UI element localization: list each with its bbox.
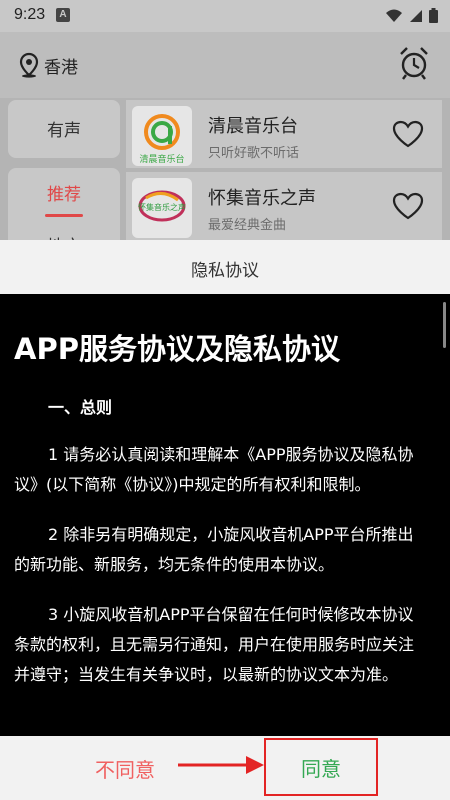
wifi-icon bbox=[386, 9, 402, 22]
agreement-title: APP服务协议及隐私协议 bbox=[14, 332, 340, 366]
tab-youshen[interactable]: 有声 bbox=[8, 100, 120, 158]
station-subtitle: 只听好歌不听话 bbox=[208, 146, 300, 161]
privacy-dialog-header: 隐私协议 bbox=[0, 240, 450, 294]
signal-icon bbox=[410, 9, 422, 22]
location-text: 香港 bbox=[44, 57, 78, 78]
arrow-annotation-icon bbox=[178, 756, 264, 774]
app-notification-icon: A bbox=[56, 8, 70, 22]
section-heading: 一、总则 bbox=[48, 398, 113, 417]
status-time: 9:23 bbox=[14, 6, 46, 23]
tab-label: 推荐 bbox=[47, 185, 81, 205]
agree-button[interactable]: 同意 bbox=[264, 738, 378, 796]
status-bar: 9:23 A bbox=[0, 0, 450, 32]
station-logo-text: 怀集音乐之声 bbox=[138, 203, 186, 212]
station-item[interactable]: 怀集音乐之声 怀集音乐之声 最爱经典金曲 bbox=[126, 172, 442, 240]
app-header: 香港 bbox=[0, 32, 450, 98]
scrollbar[interactable] bbox=[443, 302, 446, 348]
tab-recommend[interactable]: 推荐 地方 bbox=[8, 168, 120, 248]
station-item[interactable]: 清晨音乐台 清晨音乐台 只听好歌不听话 bbox=[126, 100, 442, 168]
station-logo: 怀集音乐之声 bbox=[132, 178, 192, 238]
dialog-title: 隐私协议 bbox=[191, 261, 259, 281]
tab-active-indicator bbox=[45, 214, 83, 217]
dialog-footer: 不同意 同意 bbox=[0, 736, 450, 800]
station-name: 怀集音乐之声 bbox=[208, 188, 316, 209]
status-icons bbox=[385, 8, 438, 23]
station-logo-text: 清晨音乐台 bbox=[139, 155, 185, 165]
battery-icon bbox=[429, 8, 438, 23]
tab-label: 有声 bbox=[47, 121, 81, 141]
station-subtitle: 最爱经典金曲 bbox=[208, 218, 287, 233]
agreement-content[interactable]: APP服务协议及隐私协议 一、总则 1 请务必认真阅读和理解本《APP服务协议及… bbox=[0, 294, 450, 736]
alarm-clock-icon[interactable] bbox=[398, 46, 430, 80]
station-name: 清晨音乐台 bbox=[208, 116, 298, 137]
agreement-paragraph: 1 请务必认真阅读和理解本《APP服务协议及隐私协议》(以下简称《协议》)中规定… bbox=[14, 445, 414, 494]
heart-icon[interactable] bbox=[392, 120, 424, 148]
location-pin-icon bbox=[19, 52, 39, 78]
station-browser: 有声 推荐 地方 清晨音乐台 清晨音乐台 只听好歌不听话 怀集音乐之声 bbox=[0, 98, 450, 248]
agreement-paragraph: 3 小旋风收音机APP平台保留在任何时候修改本协议条款的权利，且无需另行通知，用… bbox=[14, 605, 415, 684]
station-logo: 清晨音乐台 bbox=[132, 106, 192, 166]
heart-icon[interactable] bbox=[392, 192, 424, 220]
agreement-paragraph: 2 除非另有明确规定，小旋风收音机APP平台所推出的新功能、新服务，均无条件的使… bbox=[14, 525, 414, 574]
location-selector[interactable]: 香港 bbox=[18, 52, 78, 78]
